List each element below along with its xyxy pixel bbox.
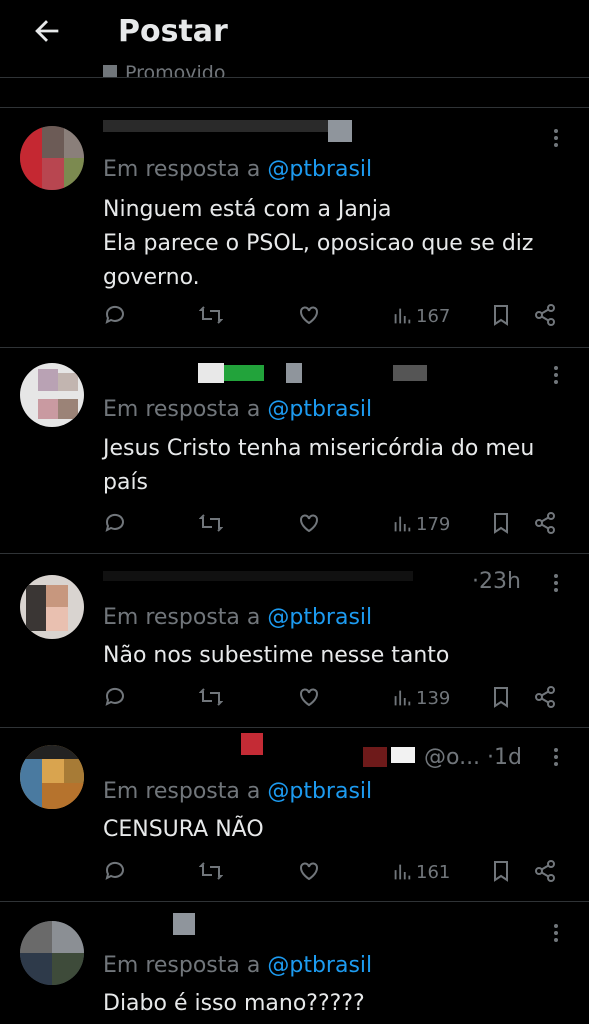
repost-icon[interactable] <box>198 511 224 539</box>
repost-icon[interactable] <box>198 685 224 713</box>
comment-icon[interactable] <box>103 303 127 331</box>
reply-item[interactable]: ·23h Em resposta a @ptbrasil Não nos sub… <box>0 553 589 727</box>
username-redacted[interactable] <box>103 117 523 143</box>
in-reply-to: Em resposta a @ptbrasil <box>103 397 373 422</box>
username-redacted[interactable] <box>103 361 523 387</box>
bookmark-icon[interactable] <box>489 685 513 713</box>
action-bar: 161 <box>103 859 573 889</box>
views-count[interactable]: 167 <box>391 305 450 327</box>
username-redacted[interactable] <box>103 913 523 939</box>
avatar[interactable] <box>20 363 84 427</box>
more-dots-icon[interactable] <box>547 363 565 389</box>
page-title: Postar <box>118 14 228 49</box>
views-count[interactable]: 161 <box>391 861 450 883</box>
username-redacted[interactable] <box>103 569 523 595</box>
share-icon[interactable] <box>533 511 557 539</box>
avatar[interactable] <box>20 575 84 639</box>
bar-chart-icon <box>394 308 411 324</box>
top-bar: Postar <box>0 0 589 64</box>
action-bar: 139 <box>103 685 573 715</box>
mention-link[interactable]: @ptbrasil <box>267 157 372 182</box>
share-icon[interactable] <box>533 685 557 713</box>
timestamp[interactable]: ·23h <box>472 569 521 594</box>
divider <box>0 77 589 78</box>
heart-icon[interactable] <box>297 685 321 713</box>
reply-item[interactable]: Em resposta a @ptbrasil Jesus Cristo ten… <box>0 347 589 553</box>
bookmark-icon[interactable] <box>489 303 513 331</box>
handle-and-time[interactable]: @o... ·1d <box>424 745 522 770</box>
bar-chart-icon <box>394 864 411 880</box>
reply-text: Não nos subestime nesse tanto <box>103 643 450 668</box>
avatar[interactable] <box>20 745 84 809</box>
avatar[interactable] <box>20 921 84 985</box>
in-reply-to: Em resposta a @ptbrasil <box>103 157 373 182</box>
bar-chart-icon <box>394 516 411 532</box>
bar-chart-icon <box>394 690 411 706</box>
promoted-label: Promovido <box>103 62 225 78</box>
views-count[interactable]: 179 <box>391 513 450 535</box>
reply-text: Diabo é isso mano????? <box>103 991 365 1016</box>
share-icon[interactable] <box>533 303 557 331</box>
comment-icon[interactable] <box>103 511 127 539</box>
heart-icon[interactable] <box>297 511 321 539</box>
heart-icon[interactable] <box>297 859 321 887</box>
share-icon[interactable] <box>533 859 557 887</box>
comment-icon[interactable] <box>103 685 127 713</box>
more-dots-icon[interactable] <box>547 126 565 152</box>
mention-link[interactable]: @ptbrasil <box>267 605 372 630</box>
back-arrow-icon[interactable] <box>30 14 64 48</box>
bookmark-icon[interactable] <box>489 859 513 887</box>
reply-item[interactable]: Em resposta a @ptbrasil Ninguem está com… <box>0 107 589 347</box>
more-dots-icon[interactable] <box>547 921 565 947</box>
more-dots-icon[interactable] <box>547 571 565 597</box>
reply-text: Ninguem está com a Janja Ela parece o PS… <box>103 197 534 290</box>
in-reply-to: Em resposta a @ptbrasil <box>103 605 373 630</box>
reply-text: CENSURA NÃO <box>103 817 264 842</box>
mention-link[interactable]: @ptbrasil <box>267 397 372 422</box>
bookmark-icon[interactable] <box>489 511 513 539</box>
heart-icon[interactable] <box>297 303 321 331</box>
reply-item[interactable]: Em resposta a @ptbrasil Diabo é isso man… <box>0 901 589 1024</box>
mention-link[interactable]: @ptbrasil <box>267 779 372 804</box>
action-bar: 179 <box>103 511 573 541</box>
mention-link[interactable]: @ptbrasil <box>267 953 372 978</box>
more-dots-icon[interactable] <box>547 745 565 771</box>
promoted-icon <box>103 65 117 77</box>
comment-icon[interactable] <box>103 859 127 887</box>
views-count[interactable]: 139 <box>391 687 450 709</box>
reply-item[interactable]: @o... ·1d Em resposta a @ptbrasil CENSUR… <box>0 727 589 901</box>
in-reply-to: Em resposta a @ptbrasil <box>103 953 373 978</box>
in-reply-to: Em resposta a @ptbrasil <box>103 779 373 804</box>
action-bar: 167 <box>103 303 573 333</box>
avatar[interactable] <box>20 126 84 190</box>
repost-icon[interactable] <box>198 303 224 331</box>
reply-text: Jesus Cristo tenha misericórdia do meu p… <box>103 436 535 495</box>
repost-icon[interactable] <box>198 859 224 887</box>
